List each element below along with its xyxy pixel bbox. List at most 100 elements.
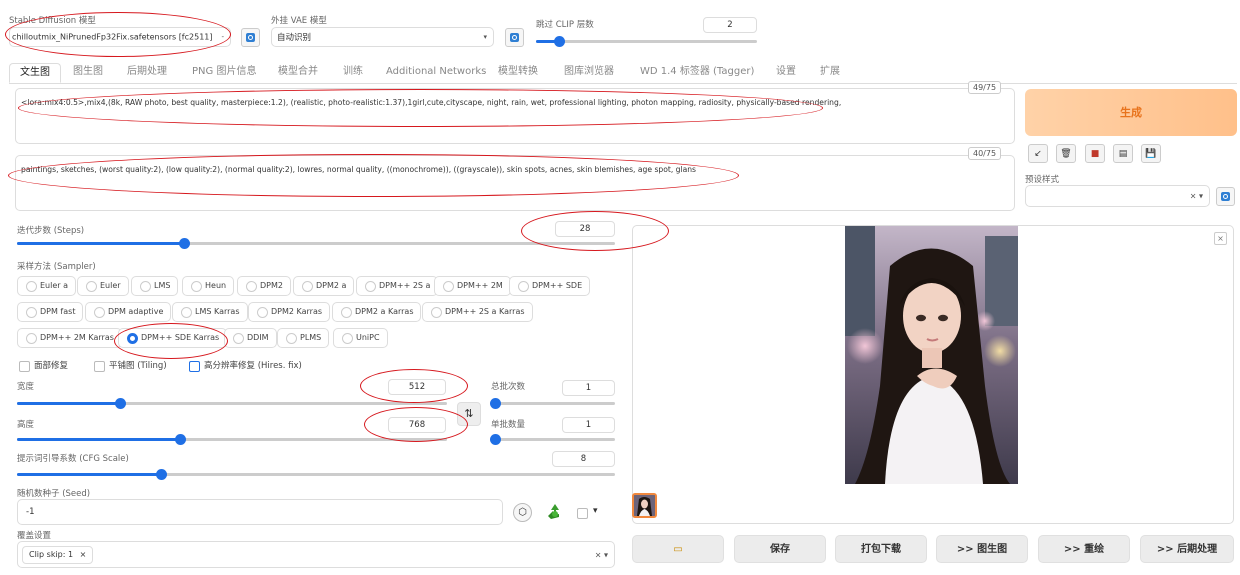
- slider-thumb[interactable]: [115, 398, 126, 409]
- tab-extensions[interactable]: 扩展: [820, 63, 840, 81]
- refresh-style-icon[interactable]: [1216, 187, 1235, 206]
- tab-additional-networks[interactable]: Additional Networks: [386, 63, 486, 81]
- send-to-inpaint-button[interactable]: >> 重绘: [1038, 535, 1130, 563]
- tab-checkpoint-merger[interactable]: 模型合并: [278, 63, 318, 81]
- sampler-radio-dpm-fast[interactable]: DPM fast: [17, 302, 84, 322]
- extra-networks-icon[interactable]: ■: [1085, 144, 1105, 163]
- positive-token-counter: 49/75: [968, 81, 1002, 94]
- batch-size-input[interactable]: 1: [562, 417, 615, 433]
- height-label: 高度: [17, 420, 35, 430]
- hires-fix-checkbox[interactable]: 高分辨率修复 (Hires. fix): [189, 360, 302, 372]
- sampler-radio-heun[interactable]: Heun: [182, 276, 235, 296]
- sampler-radio-dpm-2m[interactable]: DPM++ 2M: [434, 276, 511, 296]
- style-label: 预设样式: [1025, 175, 1060, 185]
- generated-image[interactable]: [845, 226, 1018, 484]
- zip-download-button[interactable]: 打包下载: [835, 535, 927, 563]
- sd-model-label: Stable Diffusion 模型: [9, 16, 96, 26]
- slider-thumb[interactable]: [175, 434, 186, 445]
- clip-skip-slider[interactable]: [536, 36, 757, 47]
- slider-thumb[interactable]: [156, 469, 167, 480]
- slider-thumb[interactable]: [179, 238, 190, 249]
- height-slider[interactable]: [17, 434, 447, 445]
- sampler-radio-ddim[interactable]: DDIM: [224, 328, 277, 348]
- send-to-extras-button[interactable]: >> 后期处理: [1140, 535, 1234, 563]
- width-input[interactable]: 512: [388, 379, 446, 395]
- remove-tag-icon[interactable]: ×: [80, 550, 87, 559]
- height-input[interactable]: 768: [388, 417, 446, 433]
- clear-select-icon[interactable]: × ▾: [595, 550, 608, 559]
- sampler-radio-lms-karras[interactable]: LMS Karras: [172, 302, 248, 322]
- refresh-vae-icon[interactable]: [505, 28, 524, 47]
- sampler-radio-dpm-2m-karras[interactable]: DPM++ 2M Karras: [17, 328, 122, 348]
- seed-value: -1: [26, 507, 35, 517]
- swap-dimensions-button[interactable]: ⇅: [457, 402, 481, 426]
- tiling-checkbox[interactable]: 平铺图 (Tiling): [94, 360, 167, 372]
- sampler-radio-plms[interactable]: PLMS: [277, 328, 330, 348]
- generate-button[interactable]: 生成: [1025, 89, 1237, 136]
- dice-icon[interactable]: ⬡: [513, 503, 532, 522]
- tab-settings[interactable]: 设置: [776, 63, 796, 81]
- cfg-input[interactable]: 8: [552, 451, 615, 467]
- override-tag-text: Clip skip: 1: [29, 550, 74, 559]
- sampler-radio-euler[interactable]: Euler: [77, 276, 129, 296]
- recycle-icon[interactable]: [545, 502, 565, 522]
- sampler-radio-unipc[interactable]: UniPC: [333, 328, 388, 348]
- chevron-down-icon: ▾: [483, 33, 487, 41]
- batch-size-slider[interactable]: [490, 434, 615, 445]
- cfg-slider[interactable]: [17, 469, 615, 480]
- tab-tagger[interactable]: WD 1.4 标签器 (Tagger): [640, 63, 754, 81]
- refresh-model-icon[interactable]: [241, 28, 260, 47]
- slider-thumb[interactable]: [490, 434, 501, 445]
- save-style-icon[interactable]: 💾: [1141, 144, 1161, 163]
- slider-thumb[interactable]: [490, 398, 501, 409]
- tab-img2img[interactable]: 图生图: [73, 63, 103, 81]
- sampler-radio-dpm2[interactable]: DPM2: [237, 276, 291, 296]
- sd-model-select[interactable]: chilloutmix_NiPrunedFp32Fix.safetensors …: [9, 27, 231, 47]
- sampler-radio-dpm2-a-karras[interactable]: DPM2 a Karras: [332, 302, 422, 322]
- slider-thumb[interactable]: [554, 36, 565, 47]
- clip-skip-input[interactable]: 2: [703, 17, 757, 33]
- save-button[interactable]: 保存: [734, 535, 826, 563]
- restore-faces-checkbox[interactable]: 面部修复: [19, 360, 68, 372]
- batch-count-slider[interactable]: [490, 398, 615, 409]
- sampler-radio-dpm-adaptive[interactable]: DPM adaptive: [85, 302, 172, 322]
- sampler-radio-dpm2-karras[interactable]: DPM2 Karras: [248, 302, 331, 322]
- seed-input[interactable]: -1: [17, 499, 503, 525]
- negative-prompt-textarea[interactable]: paintings, sketches, (worst quality:2), …: [15, 155, 1015, 211]
- vae-select[interactable]: 自动识别 ▾: [271, 27, 494, 47]
- tab-image-browser[interactable]: 图库浏览器: [564, 63, 614, 81]
- close-icon[interactable]: ×: [1214, 232, 1227, 245]
- tab-model-converter[interactable]: 模型转换: [498, 63, 538, 81]
- batch-count-input[interactable]: 1: [562, 380, 615, 396]
- tab-train[interactable]: 训练: [343, 63, 363, 81]
- read-params-icon[interactable]: ↙: [1028, 144, 1048, 163]
- style-select[interactable]: × ▾: [1025, 185, 1210, 207]
- tab-png-info[interactable]: PNG 图片信息: [192, 63, 256, 81]
- sampler-radio-dpm-sde[interactable]: DPM++ SDE: [509, 276, 591, 296]
- trash-icon[interactable]: 🗑: [1056, 144, 1076, 163]
- sampler-radio-lms[interactable]: LMS: [131, 276, 179, 296]
- sampler-radio-dpm-2s-a[interactable]: DPM++ 2S a: [356, 276, 439, 296]
- open-folder-icon[interactable]: ▭: [632, 535, 724, 563]
- extra-seed-checkbox[interactable]: [577, 508, 588, 519]
- sampler-radio-dpm-sde-karras[interactable]: DPM++ SDE Karras: [118, 328, 228, 348]
- tab-extras[interactable]: 后期处理: [127, 63, 167, 81]
- thumbnail-image[interactable]: [632, 493, 657, 518]
- clip-skip-label: 跳过 CLIP 层数: [536, 20, 594, 30]
- chevron-down-icon[interactable]: ▾: [593, 506, 598, 516]
- override-settings-select[interactable]: Clip skip: 1 × × ▾: [17, 541, 615, 568]
- sampler-radio-dpm2-a[interactable]: DPM2 a: [293, 276, 355, 296]
- clipboard-icon[interactable]: ▤: [1113, 144, 1133, 163]
- clear-select-icon[interactable]: × ▾: [1190, 192, 1203, 201]
- tab-txt2img[interactable]: 文生图: [9, 63, 61, 83]
- vae-label: 外挂 VAE 模型: [271, 16, 327, 26]
- steps-slider[interactable]: [17, 238, 615, 249]
- sampler-radio-dpm-2s-a-karras[interactable]: DPM++ 2S a Karras: [422, 302, 533, 322]
- steps-input[interactable]: 28: [555, 221, 615, 237]
- sampler-radio-euler-a[interactable]: Euler a: [17, 276, 77, 296]
- positive-prompt-textarea[interactable]: <lora:mix4:0.5>,mix4,(8k, RAW photo, bes…: [15, 88, 1015, 144]
- override-tag: Clip skip: 1 ×: [22, 546, 94, 564]
- width-slider[interactable]: [17, 398, 447, 409]
- chevron-down-icon: -: [221, 33, 224, 41]
- send-to-img2img-button[interactable]: >> 图生图: [936, 535, 1028, 563]
